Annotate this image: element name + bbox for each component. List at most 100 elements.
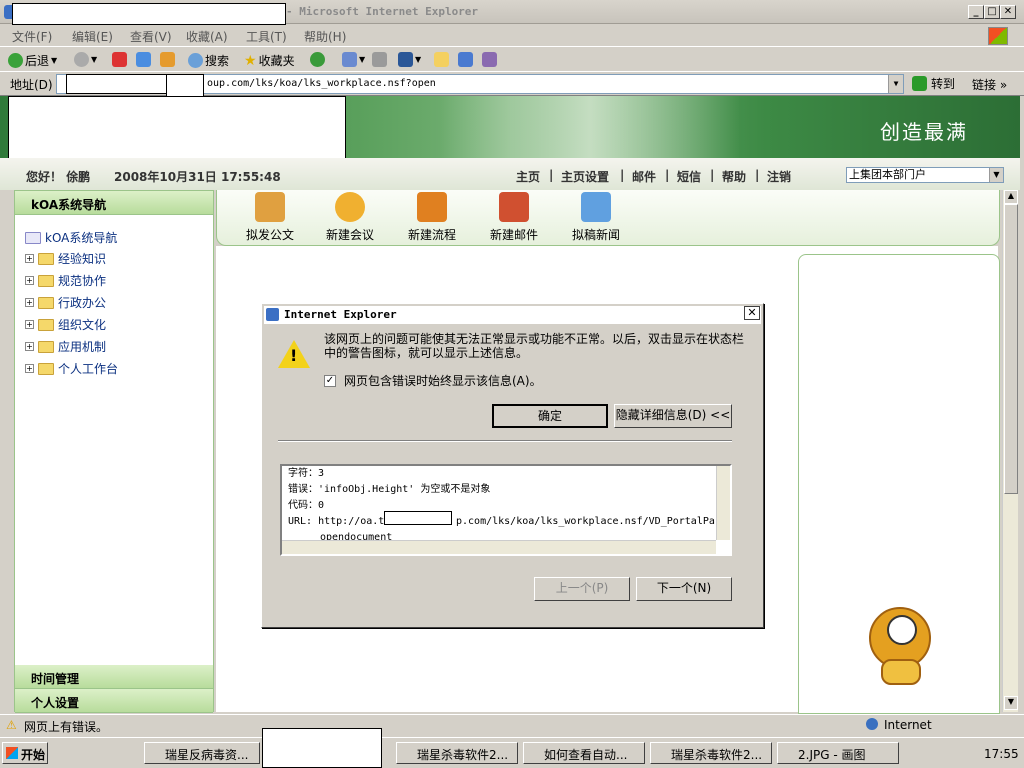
messenger-icon (458, 52, 473, 67)
tree-item-culture[interactable]: + 组织文化 (25, 316, 106, 333)
quick-new-workflow[interactable]: 新建流程 (397, 192, 467, 243)
quick-draft-document[interactable]: 拟发公文 (235, 192, 305, 243)
tree-item-collaboration[interactable]: + 规范协作 (25, 272, 106, 289)
nav-mail[interactable]: 邮件 (632, 168, 656, 185)
stop-button[interactable] (112, 52, 127, 67)
forward-arrow-icon (74, 52, 89, 67)
hide-details-button[interactable]: 隐藏详细信息(D) << (614, 404, 732, 428)
task-rising-2[interactable]: 瑞星杀毒软件2... (396, 742, 518, 764)
discuss-button[interactable] (434, 52, 449, 67)
folder-icon (38, 362, 54, 375)
always-show-checkbox[interactable]: ✓ 网页包含错误时始终显示该信息(A)。 (324, 372, 542, 389)
folder-icon (38, 252, 54, 265)
sidebar-personal-settings[interactable]: 个人设置 (15, 689, 213, 713)
refresh-button[interactable] (136, 52, 151, 67)
navigation-icon (25, 231, 41, 244)
menu-favorites[interactable]: 收藏(A) (186, 28, 228, 45)
stop-icon (112, 52, 127, 67)
menu-bar: 文件(F) 编辑(E) 查看(V) 收藏(A) 工具(T) 帮助(H) (0, 25, 1024, 47)
minimize-button[interactable]: _ (968, 5, 984, 19)
links-button[interactable]: 链接 » (972, 76, 1007, 93)
quick-draft-news[interactable]: 拟稿新闻 (561, 192, 631, 243)
window-title: - Microsoft Internet Explorer (286, 5, 479, 18)
expand-icon[interactable]: + (25, 298, 34, 307)
dialog-message: 该网页上的问题可能使其无法正常显示或功能不正常。以后，双击显示在状态栏中的警告图… (324, 332, 745, 360)
next-button[interactable]: 下一个(N) (636, 577, 732, 601)
tree-item-workbench[interactable]: + 个人工作台 (25, 360, 118, 377)
ok-button[interactable]: 确定 (492, 404, 608, 428)
close-window-button[interactable]: ✕ (1000, 5, 1016, 19)
nav-logout[interactable]: 注销 (767, 168, 791, 185)
history-button[interactable] (310, 52, 325, 67)
mailbox-icon (499, 192, 529, 222)
tree-item-office[interactable]: + 行政办公 (25, 294, 106, 311)
print-button[interactable] (372, 52, 387, 67)
address-dropdown-icon[interactable]: ▼ (888, 75, 903, 93)
sidebar-header[interactable]: kOA系统导航 (15, 191, 213, 215)
expand-icon[interactable]: + (25, 276, 34, 285)
scroll-down-icon[interactable]: ▼ (1004, 696, 1018, 710)
menu-tools[interactable]: 工具(T) (246, 28, 287, 45)
expand-icon[interactable]: + (25, 320, 34, 329)
page-scrollbar[interactable]: ▲ ▼ (1002, 190, 1018, 712)
dialog-close-button[interactable]: ✕ (744, 306, 760, 320)
previous-button[interactable]: 上一个(P) (534, 577, 630, 601)
details-vscroll[interactable] (716, 466, 730, 540)
search-button[interactable]: 搜索 (188, 52, 229, 69)
redacted-logo (8, 96, 346, 164)
history-icon (310, 52, 325, 67)
right-panel (798, 254, 1000, 714)
maximize-button[interactable]: □ (984, 5, 1000, 19)
address-label: 地址(D) (10, 78, 53, 92)
tree-item-experience[interactable]: + 经验知识 (25, 250, 106, 267)
print-icon (372, 52, 387, 67)
research-button[interactable] (482, 52, 497, 67)
checkbox-checked-icon[interactable]: ✓ (324, 374, 336, 387)
task-paint[interactable]: 2.JPG - 画图 (777, 742, 899, 764)
details-hscroll[interactable] (282, 540, 716, 554)
status-text: 网页上有错误。 (24, 720, 109, 734)
greeting: 您好！ 俆鹏 (26, 170, 91, 184)
menu-file[interactable]: 文件(F) (12, 28, 52, 45)
quick-new-meeting[interactable]: 新建会议 (315, 192, 385, 243)
back-button[interactable]: 后退 ▼ (8, 52, 57, 69)
expand-icon[interactable]: + (25, 364, 34, 373)
home-icon (160, 52, 175, 67)
task-rising-3[interactable]: 瑞星杀毒软件2... (650, 742, 772, 764)
start-button[interactable]: 开始 (2, 742, 48, 764)
sidebar-time-management[interactable]: 时间管理 (15, 665, 213, 689)
tree-item-mechanism[interactable]: + 应用机制 (25, 338, 106, 355)
expand-icon[interactable]: + (25, 342, 34, 351)
portal-select[interactable]: 上集团本部门户 ▼ (846, 167, 1004, 183)
edit-button[interactable]: ▼ (398, 52, 421, 67)
tree-root[interactable]: kOA系统导航 (25, 229, 117, 246)
scroll-up-icon[interactable]: ▲ (1004, 190, 1018, 204)
forward-button[interactable]: ▼ (74, 52, 97, 67)
menu-edit[interactable]: 编辑(E) (72, 28, 113, 45)
nav-home-settings[interactable]: 主页设置 (561, 168, 609, 185)
datetime: 2008年10月31日 17:55:48 (114, 170, 281, 184)
toolbar: 后退 ▼ ▼ 搜索 ★ 收藏夹 ▼ ▼ (0, 48, 1024, 72)
go-button[interactable]: 转到 (912, 75, 955, 92)
error-dialog: Internet Explorer ✕ ! 该网页上的问题可能使其无法正常显示或… (261, 303, 764, 628)
warning-status-icon[interactable]: ⚠ (6, 718, 17, 732)
menu-view[interactable]: 查看(V) (130, 28, 172, 45)
task-how-to[interactable]: 如何查看自动... (523, 742, 645, 764)
scroll-thumb[interactable] (1004, 204, 1018, 494)
error-details-box[interactable]: 字符：3 错误：'infoObj.Height' 为空或不是对象 代码：0 UR… (280, 464, 732, 556)
quick-new-mail[interactable]: 新建邮件 (479, 192, 549, 243)
nav-sms[interactable]: 短信 (677, 168, 701, 185)
menu-help[interactable]: 帮助(H) (304, 28, 346, 45)
redacted-task (262, 728, 382, 768)
windows-start-icon (6, 747, 18, 759)
mail-button[interactable]: ▼ (342, 52, 365, 67)
nav-help[interactable]: 帮助 (722, 168, 746, 185)
nav-home[interactable]: 主页 (516, 168, 540, 185)
stamp-icon (417, 192, 447, 222)
messenger-button[interactable] (458, 52, 473, 67)
redacted-title (12, 3, 286, 25)
home-button[interactable] (160, 52, 175, 67)
favorites-button[interactable]: ★ 收藏夹 (244, 52, 295, 69)
task-rising-1[interactable]: 瑞星反病毒资... (144, 742, 260, 764)
expand-icon[interactable]: + (25, 254, 34, 263)
